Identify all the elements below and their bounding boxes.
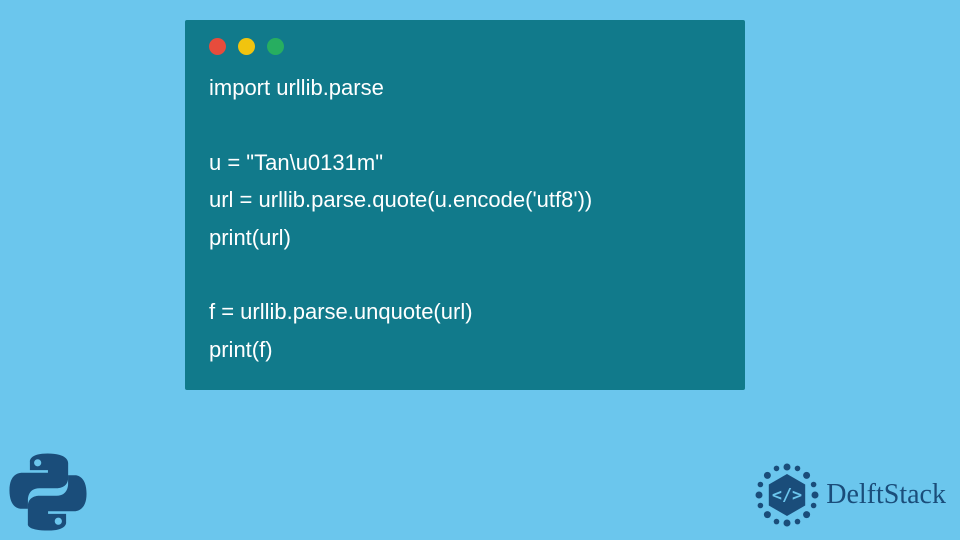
code-line: import urllib.parse: [209, 75, 384, 100]
brand-name: DelftStack: [826, 479, 946, 511]
svg-text:</>: </>: [772, 485, 802, 505]
maximize-dot-icon: [267, 38, 284, 55]
code-line: u = "Tan\u0131m": [209, 150, 383, 175]
window-controls: [209, 38, 721, 55]
code-line: f = urllib.parse.unquote(url): [209, 299, 473, 324]
minimize-dot-icon: [238, 38, 255, 55]
delftstack-branding: </> DelftStack: [752, 460, 946, 530]
code-line: print(url): [209, 225, 291, 250]
code-window: import urllib.parse u = "Tan\u0131m" url…: [185, 20, 745, 390]
delftstack-badge-icon: </>: [752, 460, 822, 530]
code-line: print(f): [209, 337, 273, 362]
code-line: url = urllib.parse.quote(u.encode('utf8'…: [209, 187, 592, 212]
code-block: import urllib.parse u = "Tan\u0131m" url…: [209, 69, 721, 368]
python-logo-icon: [8, 452, 88, 532]
close-dot-icon: [209, 38, 226, 55]
